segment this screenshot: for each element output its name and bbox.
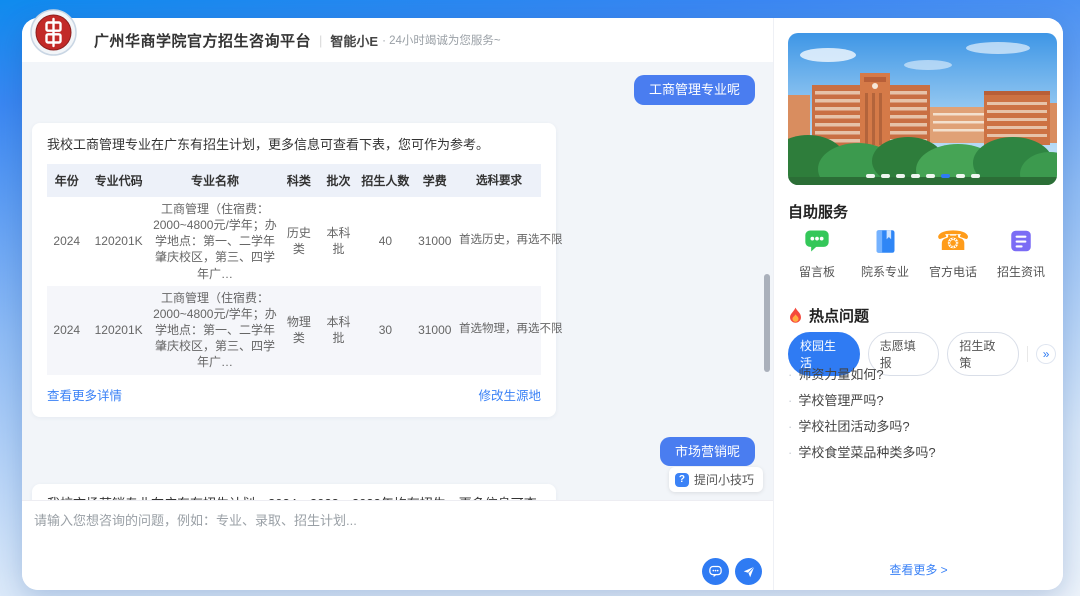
chat-bubble-icon xyxy=(708,564,723,579)
paper-plane-icon xyxy=(742,565,756,579)
carousel-dot[interactable] xyxy=(896,174,905,178)
user-message-bubble: 市场营销呢 xyxy=(660,437,755,467)
carousel-dot[interactable] xyxy=(881,174,890,178)
view-more-link[interactable]: 查看更多 > xyxy=(774,561,1063,578)
self-service-title: 自助服务 xyxy=(788,201,848,222)
news-icon xyxy=(1006,226,1036,256)
bullet-icon: · xyxy=(788,367,792,382)
carousel-dot[interactable] xyxy=(866,174,875,178)
sidebar: 自助服务 留言板 xyxy=(773,18,1063,590)
bot-intro-text: 我校工商管理专业在广东有招生计划，更多信息可查看下表，您可作为参考。 xyxy=(47,136,541,154)
hot-question-list: · 师资力量如何? · 学校管理严吗? · 学校社团活动多吗? · 学校食堂菜品… xyxy=(788,364,1050,468)
hot-questions-title: 热点问题 xyxy=(788,305,869,326)
bullet-icon: · xyxy=(788,419,792,434)
bot-answer-card: 我校工商管理专业在广东有招生计划，更多信息可查看下表，您可作为参考。 年份 专业… xyxy=(32,123,556,417)
carousel-dots xyxy=(788,174,1057,178)
app-header: 广州华商学院官方招生咨询平台 | 智能小E · 24小时竭诚为您服务~ xyxy=(22,18,773,62)
bullet-icon: · xyxy=(788,445,792,460)
book-icon xyxy=(870,226,900,256)
main-window: 广州华商学院官方招生咨询平台 | 智能小E · 24小时竭诚为您服务~ 工商管理… xyxy=(22,18,1063,590)
assistant-name: 智能小E xyxy=(330,31,378,50)
service-admission-news[interactable]: 招生资讯 xyxy=(992,226,1050,280)
question-tips-button[interactable]: ? 提问小技巧 xyxy=(669,467,763,492)
carousel-dot[interactable] xyxy=(926,174,935,178)
phone-icon: ☎ xyxy=(938,226,968,256)
user-message-bubble: 工商管理专业呢 xyxy=(634,75,755,105)
table-header-row: 年份 专业代码 专业名称 科类 批次 招生人数 学费 选科要求 xyxy=(47,164,541,197)
admission-plan-table: 年份 专业代码 专业名称 科类 批次 招生人数 学费 选科要求 2024 120… xyxy=(47,164,541,375)
header-divider: | xyxy=(319,33,322,48)
table-row: 2024 120201K 工商管理（住宿费：2000~4800元/学年；办学地点… xyxy=(47,286,541,375)
campus-photo-carousel[interactable] xyxy=(788,33,1057,185)
flame-icon xyxy=(788,307,803,324)
tips-label: 提问小技巧 xyxy=(694,471,754,488)
header-tagline: · 24小时竭诚为您服务~ xyxy=(382,32,501,48)
message-board-icon xyxy=(802,226,832,256)
more-details-link[interactable]: 查看更多详情 xyxy=(47,385,122,404)
send-button[interactable] xyxy=(735,558,762,585)
page-title: 广州华商学院官方招生咨询平台 xyxy=(94,30,311,51)
chat-message-list[interactable]: 工商管理专业呢 我校工商管理专业在广东有招生计划，更多信息可查看下表，您可作为参… xyxy=(22,62,773,500)
carousel-dot[interactable] xyxy=(941,174,950,178)
expand-tabs-button[interactable]: » xyxy=(1036,344,1056,364)
service-message-board[interactable]: 留言板 xyxy=(788,226,846,280)
service-official-phone[interactable]: ☎ 官方电话 xyxy=(924,226,982,280)
carousel-dot[interactable] xyxy=(956,174,965,178)
bot-answer-card: 我校市场营销专业在广东有招生计划，2024、2023、2022年均有招生，更多信… xyxy=(32,484,556,500)
table-row: 2024 120201K 工商管理（住宿费：2000~4800元/学年；办学地点… xyxy=(47,197,541,286)
hot-question-item[interactable]: · 学校食堂菜品种类多吗? xyxy=(788,442,1050,468)
tabs-divider xyxy=(1027,346,1028,362)
chat-panel: 广州华商学院官方招生咨询平台 | 智能小E · 24小时竭诚为您服务~ 工商管理… xyxy=(22,18,773,590)
quick-chat-button[interactable] xyxy=(702,558,729,585)
hot-question-item[interactable]: · 师资力量如何? xyxy=(788,364,1050,390)
hot-question-item[interactable]: · 学校社团活动多吗? xyxy=(788,416,1050,442)
self-service-row: 留言板 院系专业 ☎ 官方电话 xyxy=(788,226,1050,280)
carousel-dot[interactable] xyxy=(911,174,920,178)
question-mark-icon: ? xyxy=(675,473,689,487)
bullet-icon: · xyxy=(788,393,792,408)
service-departments[interactable]: 院系专业 xyxy=(856,226,914,280)
change-origin-link[interactable]: 修改生源地 xyxy=(478,385,541,404)
campus-photo xyxy=(788,33,1057,185)
school-logo-icon xyxy=(30,9,77,56)
chat-input[interactable] xyxy=(34,513,654,528)
chat-scrollbar[interactable] xyxy=(764,274,770,372)
chat-input-area xyxy=(22,500,773,590)
carousel-dot[interactable] xyxy=(971,174,980,178)
double-chevron-icon: » xyxy=(1043,347,1050,361)
hot-question-item[interactable]: · 学校管理严吗? xyxy=(788,390,1050,416)
